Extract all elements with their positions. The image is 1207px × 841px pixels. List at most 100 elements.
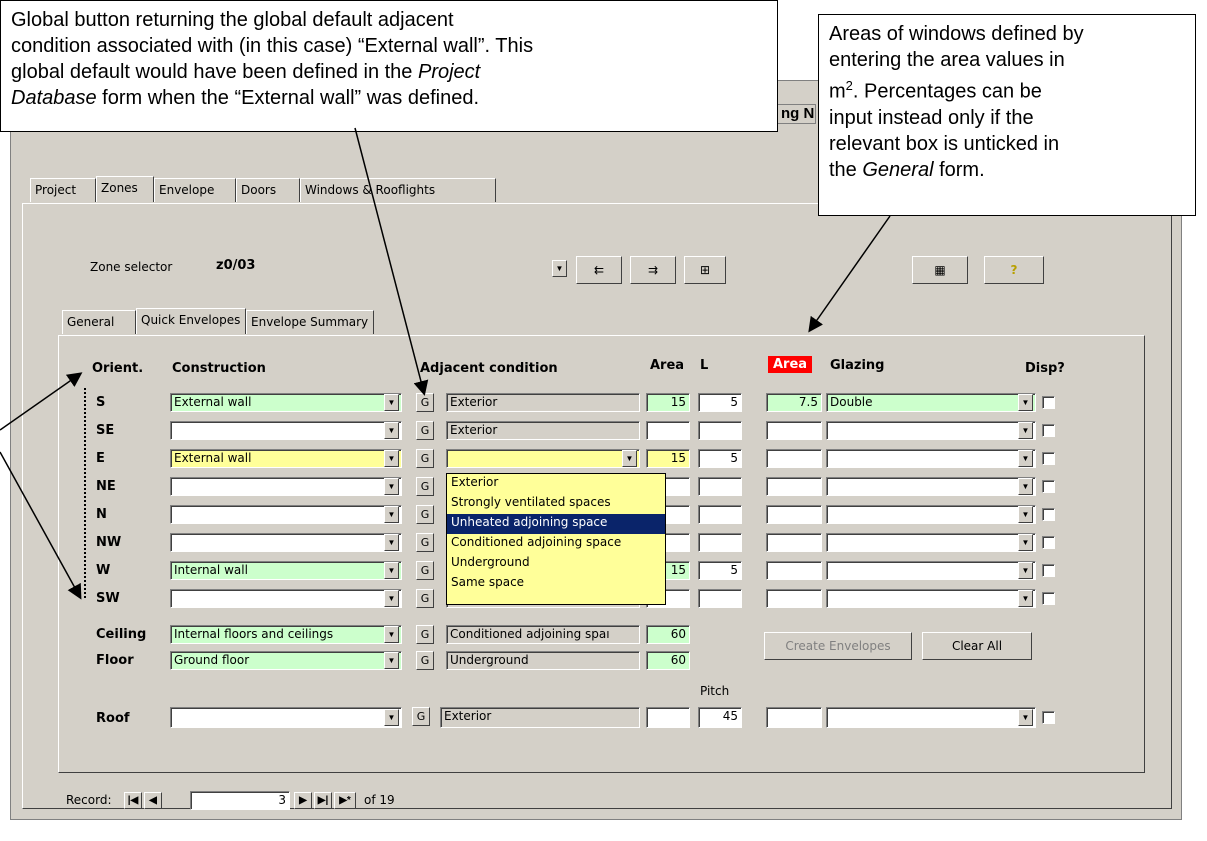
length-field[interactable] <box>698 589 742 608</box>
construction-select[interactable]: Internal floors and ceilings <box>170 625 402 644</box>
adjacent-condition-select-open[interactable] <box>446 449 640 468</box>
dropdown-option-selected[interactable]: Unheated adjoining space <box>447 514 665 534</box>
last-record-icon[interactable]: ▶| <box>314 792 332 809</box>
glazing-dropdown-icon[interactable]: ▼ <box>1018 506 1033 523</box>
construction-dropdown-icon[interactable]: ▼ <box>384 562 399 579</box>
area-field[interactable]: 15 <box>646 449 690 468</box>
length-field[interactable]: 5 <box>698 449 742 468</box>
glazing-dropdown-icon[interactable]: ▼ <box>1018 478 1033 495</box>
construction-dropdown-icon[interactable]: ▼ <box>384 534 399 551</box>
construction-select[interactable] <box>170 505 402 524</box>
glazing-select[interactable] <box>826 477 1036 496</box>
roof-construction-dropdown-icon[interactable]: ▼ <box>384 709 399 726</box>
construction-select[interactable] <box>170 589 402 608</box>
roof-area-field[interactable] <box>646 707 690 728</box>
tab-zones[interactable]: Zones <box>96 176 154 202</box>
create-envelopes-button[interactable]: Create Envelopes <box>764 632 912 660</box>
construction-dropdown-icon[interactable]: ▼ <box>384 394 399 411</box>
length-field[interactable] <box>698 477 742 496</box>
area-field[interactable]: 60 <box>646 625 690 644</box>
global-default-button[interactable]: G <box>416 533 434 552</box>
glazing-select[interactable]: Double <box>826 393 1036 412</box>
length-field[interactable] <box>698 533 742 552</box>
global-default-button[interactable]: G <box>416 651 434 670</box>
area-field[interactable]: 15 <box>646 393 690 412</box>
display-checkbox[interactable] <box>1042 452 1055 465</box>
help-button[interactable]: ? <box>984 256 1044 284</box>
tab-doors[interactable]: Doors <box>236 178 300 202</box>
window-area-field[interactable] <box>766 589 822 608</box>
window-area-field[interactable] <box>766 449 822 468</box>
window-area-field[interactable] <box>766 421 822 440</box>
display-checkbox[interactable] <box>1042 480 1055 493</box>
clear-all-button[interactable]: Clear All <box>922 632 1032 660</box>
global-default-button[interactable]: G <box>416 421 434 440</box>
menu-fragment[interactable]: ng N <box>776 104 816 124</box>
construction-dropdown-icon[interactable]: ▼ <box>384 652 399 669</box>
global-default-button[interactable]: G <box>416 589 434 608</box>
area-field[interactable] <box>646 421 690 440</box>
dropdown-option[interactable]: Exterior <box>447 474 665 494</box>
tab-envelope[interactable]: Envelope <box>154 178 236 202</box>
display-checkbox[interactable] <box>1042 424 1055 437</box>
length-field[interactable]: 5 <box>698 561 742 580</box>
tab-windows-rooflights[interactable]: Windows & Rooflights <box>300 178 496 202</box>
construction-dropdown-icon[interactable]: ▼ <box>384 478 399 495</box>
roof-window-area-field[interactable] <box>766 707 822 728</box>
glazing-select[interactable] <box>826 505 1036 524</box>
global-default-button[interactable]: G <box>416 449 434 468</box>
window-area-field[interactable] <box>766 505 822 524</box>
construction-select[interactable] <box>170 477 402 496</box>
adjacent-dropdown-icon[interactable]: ▼ <box>622 450 637 467</box>
roof-glazing-dropdown-icon[interactable]: ▼ <box>1018 709 1033 726</box>
glazing-dropdown-icon[interactable]: ▼ <box>1018 450 1033 467</box>
previous-record-icon[interactable]: ◀ <box>144 792 162 809</box>
adjacent-condition-dropdown-list[interactable]: Exterior Strongly ventilated spaces Unhe… <box>446 473 666 605</box>
first-record-icon[interactable]: |◀ <box>124 792 142 809</box>
next-record-icon[interactable]: ▶ <box>294 792 312 809</box>
calculator-button[interactable]: ▦ <box>912 256 968 284</box>
tab-envelope-summary[interactable]: Envelope Summary <box>246 310 374 334</box>
glazing-dropdown-icon[interactable]: ▼ <box>1018 422 1033 439</box>
roof-construction-select[interactable] <box>170 707 402 728</box>
construction-select[interactable] <box>170 421 402 440</box>
global-default-button[interactable]: G <box>416 561 434 580</box>
global-default-button[interactable]: G <box>416 393 434 412</box>
global-default-button[interactable]: G <box>416 505 434 524</box>
global-default-button[interactable]: G <box>416 477 434 496</box>
construction-select[interactable]: Internal wall <box>170 561 402 580</box>
tab-quick-envelopes[interactable]: Quick Envelopes <box>136 308 246 334</box>
glazing-dropdown-icon[interactable]: ▼ <box>1018 394 1033 411</box>
tab-project[interactable]: Project <box>30 178 96 202</box>
glazing-dropdown-icon[interactable]: ▼ <box>1018 534 1033 551</box>
construction-dropdown-icon[interactable]: ▼ <box>384 450 399 467</box>
window-area-field[interactable]: 7.5 <box>766 393 822 412</box>
window-area-field[interactable] <box>766 561 822 580</box>
glazing-select[interactable] <box>826 589 1036 608</box>
roof-glazing-select[interactable] <box>826 707 1036 728</box>
display-checkbox[interactable] <box>1042 508 1055 521</box>
display-checkbox[interactable] <box>1042 536 1055 549</box>
glazing-select[interactable] <box>826 533 1036 552</box>
dropdown-option[interactable]: Underground <box>447 554 665 574</box>
new-record-nav-icon[interactable]: ▶* <box>334 792 356 809</box>
construction-dropdown-icon[interactable]: ▼ <box>384 506 399 523</box>
window-area-field[interactable] <box>766 477 822 496</box>
construction-select[interactable]: Ground floor <box>170 651 402 670</box>
roof-pitch-field[interactable]: 45 <box>698 707 742 728</box>
roof-display-checkbox[interactable] <box>1042 711 1055 724</box>
area-field[interactable]: 60 <box>646 651 690 670</box>
glazing-select[interactable] <box>826 449 1036 468</box>
length-field[interactable] <box>698 421 742 440</box>
construction-dropdown-icon[interactable]: ▼ <box>384 626 399 643</box>
construction-select[interactable]: External wall <box>170 393 402 412</box>
display-checkbox[interactable] <box>1042 564 1055 577</box>
construction-dropdown-icon[interactable]: ▼ <box>384 590 399 607</box>
glazing-select[interactable] <box>826 561 1036 580</box>
construction-select[interactable] <box>170 533 402 552</box>
glazing-dropdown-icon[interactable]: ▼ <box>1018 562 1033 579</box>
construction-select[interactable]: External wall <box>170 449 402 468</box>
length-field[interactable]: 5 <box>698 393 742 412</box>
new-zone-button[interactable]: ⊞ <box>684 256 726 284</box>
global-default-button[interactable]: G <box>416 625 434 644</box>
